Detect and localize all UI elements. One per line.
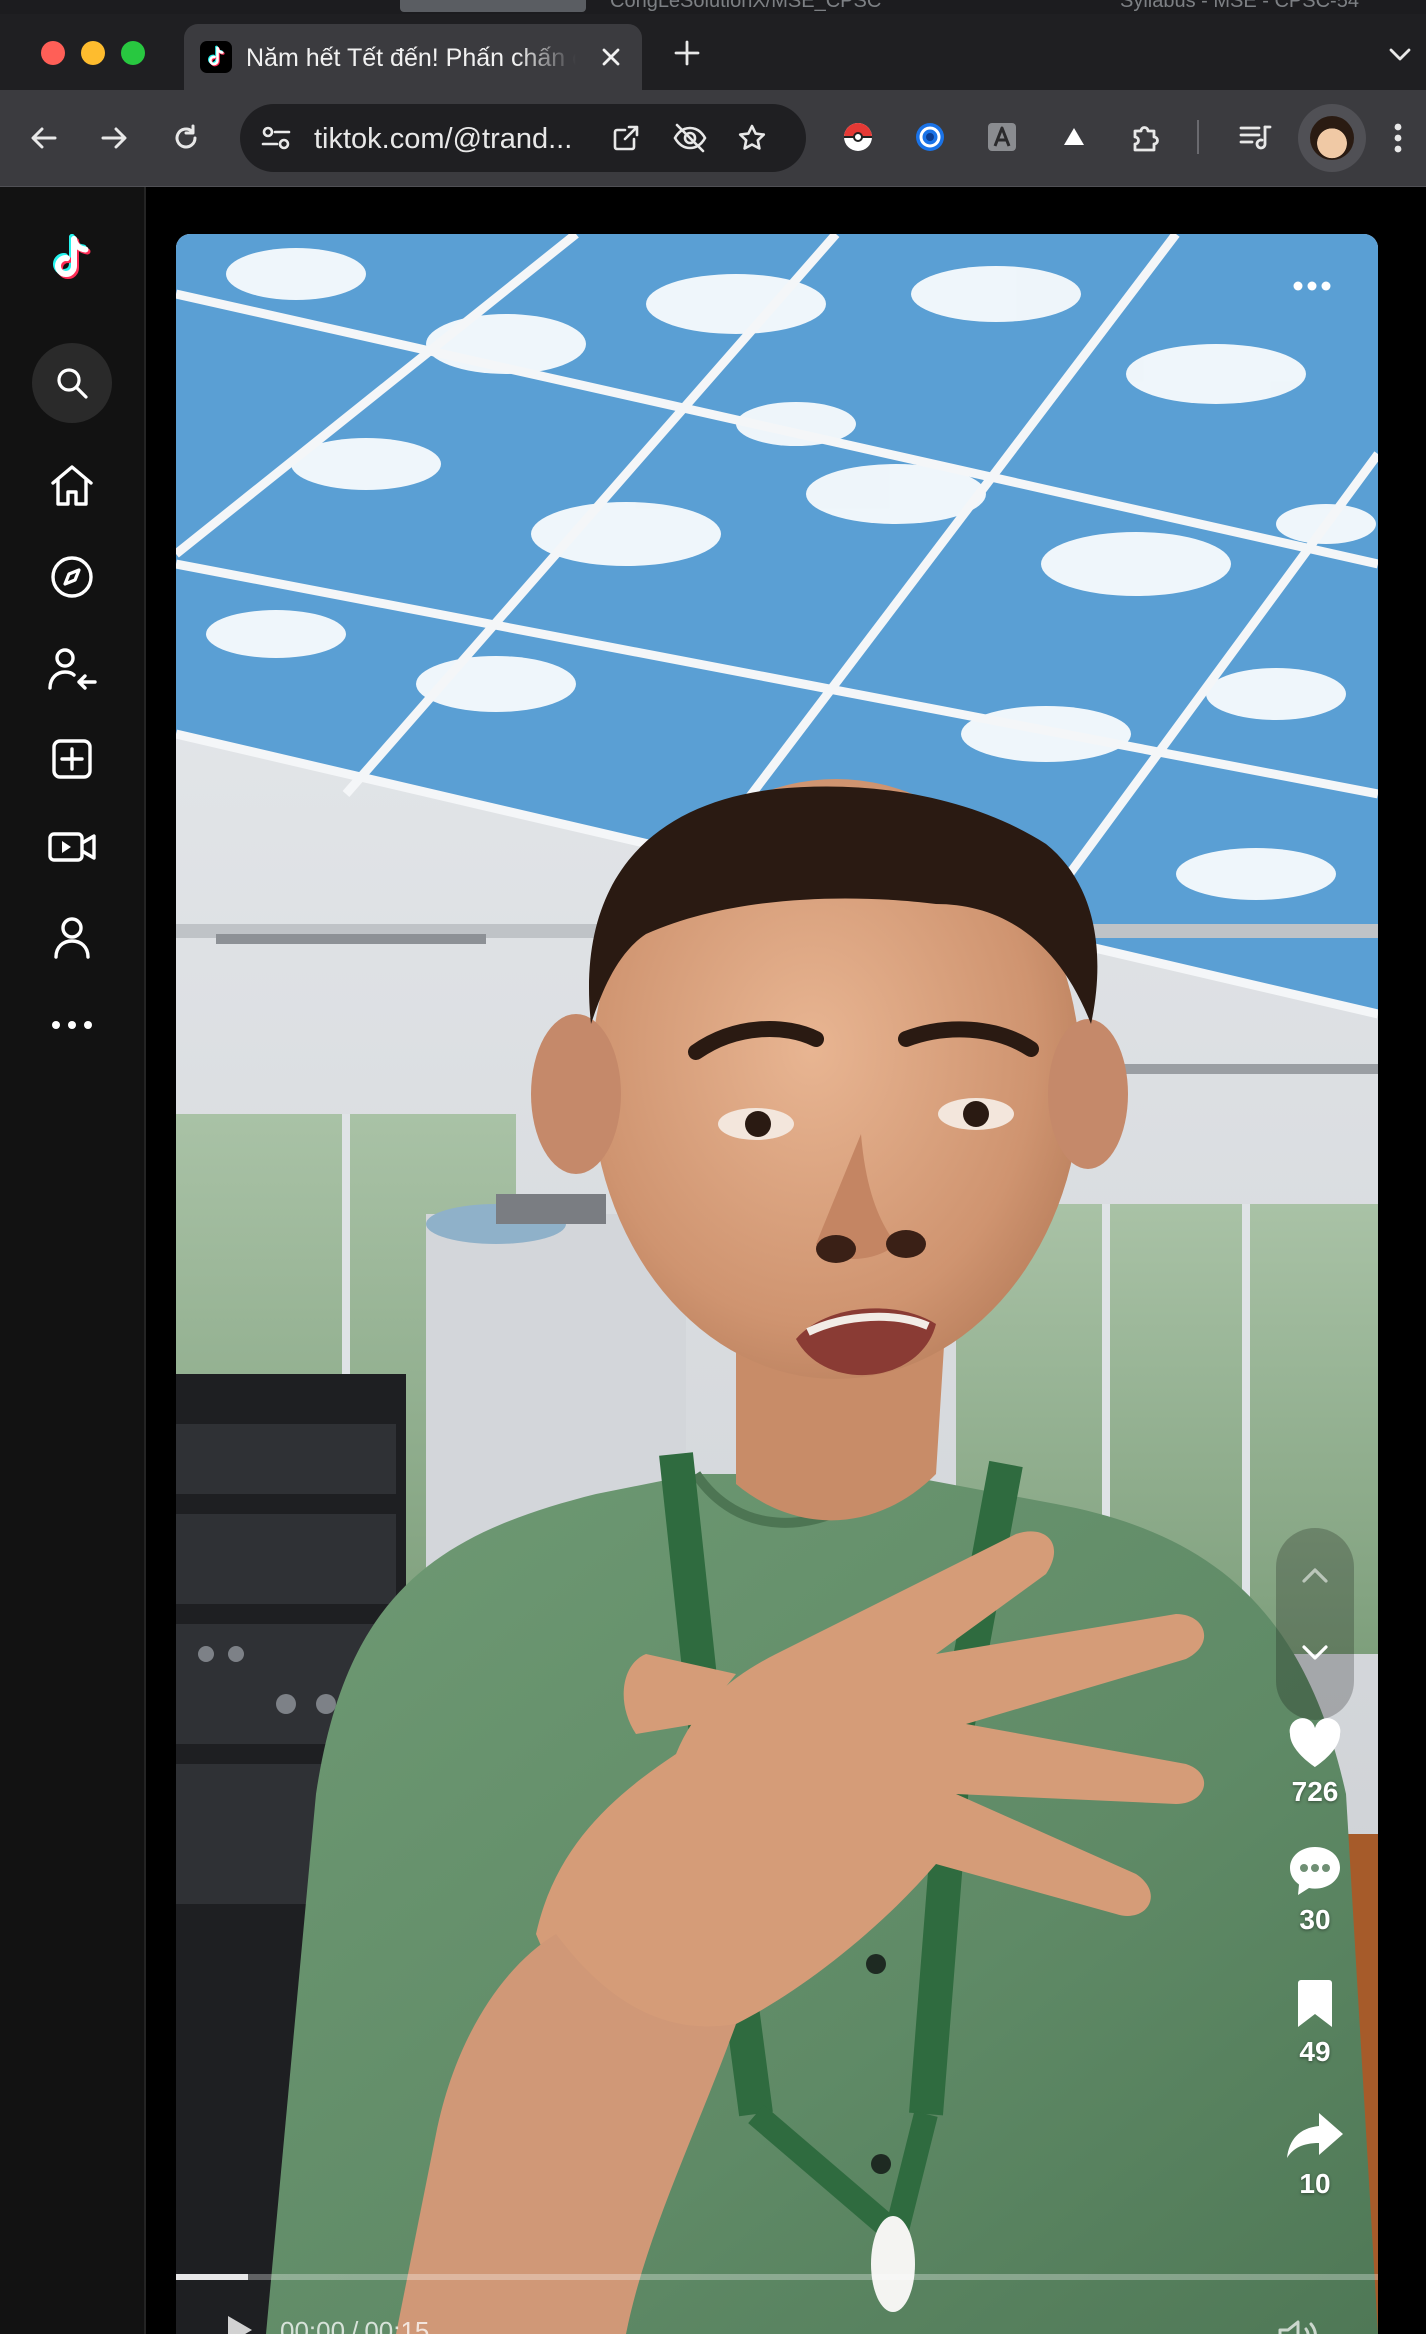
video-progress-bar[interactable] bbox=[176, 2274, 1378, 2280]
current-time: 00:00 bbox=[280, 2316, 346, 2334]
chevron-down-icon bbox=[1302, 1645, 1328, 1660]
comment-count: 30 bbox=[1299, 1904, 1331, 1935]
save-button[interactable]: 49 bbox=[1266, 1978, 1364, 2068]
time-separator: / bbox=[351, 2316, 359, 2334]
sidebar-item-upload[interactable] bbox=[40, 727, 104, 791]
pokeball-icon[interactable] bbox=[840, 119, 876, 155]
tab-title: Năm hết Tết đến! Phấn chấn c bbox=[246, 44, 576, 72]
play-icon bbox=[228, 2316, 252, 2334]
window-maximize-button[interactable] bbox=[121, 41, 145, 65]
puzzle-icon[interactable] bbox=[1128, 119, 1166, 157]
tab-bar: Năm hết Tết đến! Phấn chấn c bbox=[0, 14, 1426, 90]
save-count: 49 bbox=[1299, 2036, 1331, 2067]
like-button[interactable]: 726 bbox=[1266, 1718, 1364, 1808]
queue-music-icon[interactable] bbox=[1236, 119, 1274, 157]
compass-icon bbox=[51, 556, 93, 598]
sidebar-item-profile[interactable] bbox=[40, 905, 104, 969]
play-button[interactable] bbox=[218, 2310, 258, 2334]
home-icon bbox=[51, 465, 93, 506]
background-tab-strip: CongLeSolutionX/MSE_CPSC Syllabus - MSE … bbox=[0, 0, 1426, 14]
user-follow-icon bbox=[48, 648, 97, 690]
background-tab[interactable]: CongLeSolutionX/MSE_CPSC bbox=[610, 0, 881, 12]
user-icon bbox=[54, 917, 90, 959]
tiktok-icon bbox=[200, 41, 232, 73]
reload-button[interactable] bbox=[164, 116, 208, 160]
toolbar-divider bbox=[1196, 114, 1200, 160]
background-tab-indicator bbox=[400, 0, 586, 12]
sidebar-search-button[interactable] bbox=[32, 343, 112, 423]
sidebar-item-explore[interactable] bbox=[40, 545, 104, 609]
profile-avatar[interactable] bbox=[1298, 104, 1366, 172]
share-button[interactable]: 10 bbox=[1266, 2110, 1364, 2200]
video-frame bbox=[176, 234, 1378, 2334]
share-arrow-icon bbox=[1266, 2110, 1364, 2162]
background-tab[interactable]: Syllabus - MSE - CPSC-54 bbox=[1120, 0, 1359, 12]
more-horizontal-icon bbox=[52, 1021, 92, 1029]
arrow-right-icon bbox=[101, 127, 127, 149]
pdf-icon[interactable] bbox=[984, 119, 1020, 155]
comment-icon bbox=[1266, 1844, 1364, 1898]
search-icon bbox=[57, 368, 88, 399]
eye-off-icon[interactable] bbox=[672, 122, 708, 154]
video-time: 00:00 / 00:15 bbox=[280, 2316, 429, 2334]
kebab-menu-icon[interactable] bbox=[1390, 119, 1406, 157]
bookmark-icon bbox=[1266, 1978, 1364, 2030]
url-text[interactable]: tiktok.com/@trand... bbox=[314, 123, 614, 156]
close-tab-icon[interactable] bbox=[598, 44, 624, 70]
heart-icon bbox=[1266, 1718, 1364, 1770]
sidebar-item-live[interactable] bbox=[40, 815, 104, 879]
volume-icon[interactable] bbox=[1276, 2316, 1320, 2334]
sidebar-item-following[interactable] bbox=[40, 637, 104, 701]
video-camera-icon bbox=[48, 832, 96, 862]
share-count: 10 bbox=[1299, 2168, 1331, 2199]
new-tab-button[interactable] bbox=[672, 38, 702, 68]
video-progress-fill bbox=[176, 2274, 249, 2280]
arrow-left-icon bbox=[31, 127, 57, 149]
more-horizontal-icon bbox=[1293, 281, 1331, 291]
star-icon[interactable] bbox=[736, 122, 768, 154]
swirl-icon[interactable] bbox=[912, 119, 948, 155]
avatar-image bbox=[1310, 116, 1354, 160]
video-player[interactable]: 726 30 49 10 00:00 / 00:15 bbox=[176, 234, 1378, 2334]
triangle-icon[interactable] bbox=[1056, 119, 1092, 155]
window-close-button[interactable] bbox=[41, 41, 65, 65]
forward-button[interactable] bbox=[92, 116, 136, 160]
comment-button[interactable]: 30 bbox=[1266, 1844, 1364, 1936]
tiktok-icon bbox=[53, 234, 91, 279]
previous-video-button[interactable] bbox=[1292, 1552, 1338, 1598]
plus-square-icon bbox=[52, 739, 92, 779]
address-bar[interactable]: tiktok.com/@trand... bbox=[240, 104, 806, 172]
tab-search-button[interactable] bbox=[1386, 46, 1414, 64]
total-time: 00:15 bbox=[364, 2316, 430, 2334]
active-tab[interactable]: Năm hết Tết đến! Phấn chấn c bbox=[184, 24, 642, 90]
window-minimize-button[interactable] bbox=[81, 41, 105, 65]
tune-icon[interactable] bbox=[260, 123, 292, 153]
tiktok-logo[interactable] bbox=[40, 229, 104, 293]
chevron-up-icon bbox=[1302, 1568, 1328, 1583]
open-external-icon[interactable] bbox=[610, 122, 642, 154]
like-count: 726 bbox=[1291, 1776, 1339, 1807]
background-tab-title: CongLeSolutionX/MSE_CPSC bbox=[610, 0, 882, 12]
video-more-options-button[interactable] bbox=[1292, 280, 1332, 292]
next-video-button[interactable] bbox=[1292, 1630, 1338, 1676]
reload-icon bbox=[175, 124, 197, 149]
tiktok-sidebar bbox=[0, 187, 146, 2334]
back-button[interactable] bbox=[22, 116, 66, 160]
background-tab-title: Syllabus - MSE - CPSC-54 bbox=[1120, 0, 1359, 12]
sidebar-item-more[interactable] bbox=[40, 993, 104, 1057]
sidebar-item-home[interactable] bbox=[40, 454, 104, 518]
browser-toolbar: tiktok.com/@trand... bbox=[0, 90, 1426, 187]
